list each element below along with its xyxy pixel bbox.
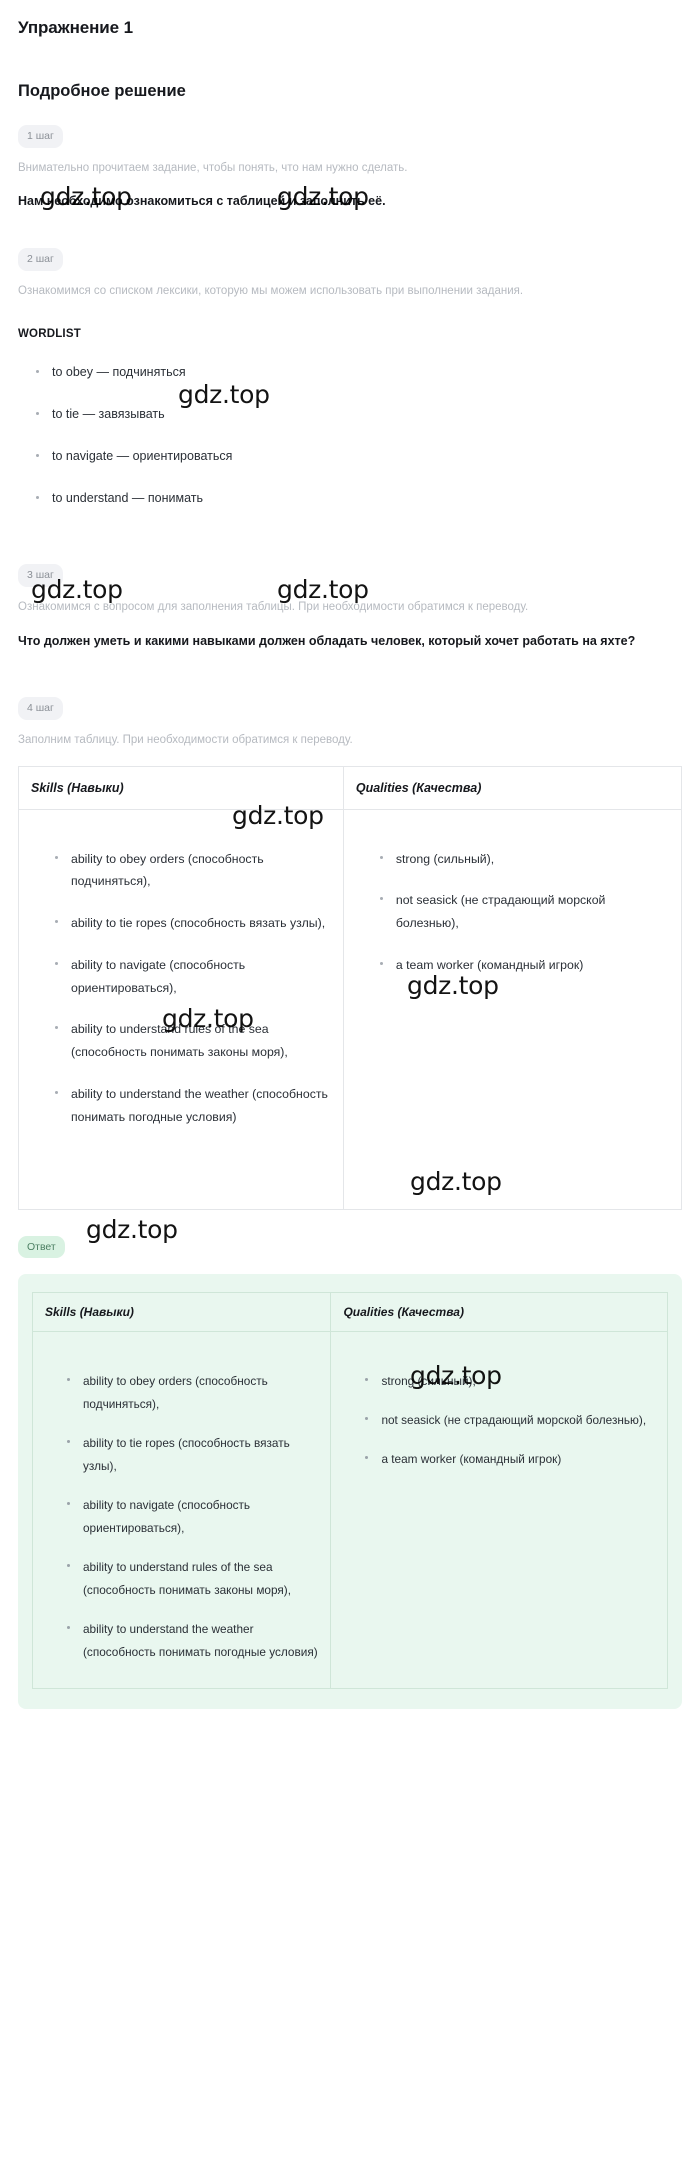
- qualities-list: strong (сильный), not seasick (не страда…: [352, 848, 667, 977]
- list-item: to tie — завязывать: [34, 404, 690, 424]
- list-item: ability to obey orders (способность подч…: [53, 848, 329, 893]
- list-item: a team worker (командный игрок): [363, 1448, 655, 1471]
- step-4-badge: 4 шаг: [18, 697, 63, 720]
- list-item: to obey — подчиняться: [34, 362, 690, 382]
- answer-column-header-skills: Skills (Навыки): [31, 1292, 332, 1333]
- skills-qualities-table: Skills (Навыки) Qualities (Качества) abi…: [18, 765, 683, 1210]
- solution-heading: Подробное решение: [18, 82, 186, 100]
- column-header-skills: Skills (Навыки): [18, 765, 344, 810]
- list-item: ability to navigate (способность ориенти…: [65, 1494, 318, 1540]
- list-item: ability to understand rules of the sea (…: [53, 1018, 329, 1063]
- step-4-hint: Заполним таблицу. При необходимости обра…: [18, 733, 353, 746]
- list-item: not seasick (не страдающий морской болез…: [363, 1409, 655, 1432]
- column-header-qualities: Qualities (Качества): [342, 765, 683, 810]
- wordlist-section: WORDLIST to obey — подчиняться to tie — …: [10, 328, 690, 508]
- list-item: not seasick (не страдающий морской болез…: [378, 889, 667, 934]
- list-item: to navigate — ориентироваться: [34, 446, 690, 466]
- step-1: 1 шаг Внимательно прочитаем задание, что…: [10, 125, 690, 214]
- answer-qualities-list: strong (сильный), not seasick (не страда…: [337, 1370, 655, 1471]
- step-2-badge: 2 шаг: [18, 248, 63, 271]
- step-1-hint: Внимательно прочитаем задание, чтобы пон…: [18, 161, 408, 174]
- answer-block: Skills (Навыки) Qualities (Качества) abi…: [18, 1274, 682, 1710]
- list-item: ability to understand rules of the sea (…: [65, 1556, 318, 1602]
- answer-table-row: ability to obey orders (способность подч…: [31, 1331, 668, 1690]
- step-2-hint: Ознакомимся со списком лексики, которую …: [18, 284, 524, 297]
- table-header-row: Skills (Навыки) Qualities (Качества): [18, 765, 683, 810]
- step-2: 2 шаг Ознакомимся со списком лексики, ко…: [10, 248, 690, 508]
- page-title: Упражнение 1: [18, 18, 133, 37]
- answer-badge: Ответ: [18, 1235, 65, 1259]
- cell-skills: ability to obey orders (способность подч…: [18, 808, 344, 1210]
- wordlist-items: to obey — подчиняться to tie — завязыват…: [10, 362, 690, 508]
- list-item: to understand — понимать: [34, 488, 690, 508]
- list-item: strong (сильный),: [363, 1370, 655, 1393]
- list-item: ability to navigate (способность ориенти…: [53, 954, 329, 999]
- answer-table-header-row: Skills (Навыки) Qualities (Качества): [31, 1292, 668, 1333]
- list-item: strong (сильный),: [378, 848, 667, 871]
- skills-qualities-table-wrap: Skills (Навыки) Qualities (Качества) abi…: [18, 765, 683, 1210]
- step-1-badge: 1 шаг: [18, 125, 63, 148]
- step-1-text: Нам необходимо ознакомиться с таблицей и…: [18, 194, 386, 209]
- solution-page: gdz.top gdz.top gdz.top gdz.top gdz.top gdz.t…: [0, 0, 700, 2163]
- list-item: a team worker (командный игрок): [378, 954, 667, 977]
- answer-table: Skills (Навыки) Qualities (Качества) abi…: [31, 1292, 668, 1690]
- step-3-question: Что должен уметь и какими навыками долже…: [18, 633, 636, 648]
- skills-list: ability to obey orders (способность подч…: [27, 848, 329, 1129]
- list-item: ability to obey orders (способность подч…: [65, 1370, 318, 1416]
- step-3-badge: 3 шаг: [18, 564, 63, 587]
- cell-qualities: strong (сильный), not seasick (не страда…: [342, 808, 683, 1210]
- step-3-hint: Ознакомимся с вопросом для заполнения та…: [18, 600, 529, 613]
- step-3: 3 шаг Ознакомимся с вопросом для заполне…: [10, 564, 690, 653]
- answer-cell-skills: ability to obey orders (способность подч…: [31, 1331, 332, 1690]
- list-item: ability to tie ropes (способность вязать…: [53, 912, 329, 935]
- wordlist-label: WORDLIST: [18, 328, 81, 341]
- list-item: ability to tie ropes (способность вязать…: [65, 1432, 318, 1478]
- answer-badge-holder: Ответ: [10, 1235, 690, 1259]
- table-row: ability to obey orders (способность подч…: [18, 808, 683, 1210]
- list-item: ability to understand the weather (спосо…: [53, 1083, 329, 1128]
- answer-skills-list: ability to obey orders (способность подч…: [39, 1370, 318, 1664]
- step-4: 4 шаг Заполним таблицу. При необходимост…: [10, 697, 690, 1210]
- list-item: ability to understand the weather (спосо…: [65, 1618, 318, 1664]
- answer-cell-qualities: strong (сильный), not seasick (не страда…: [330, 1331, 668, 1690]
- answer-column-header-qualities: Qualities (Качества): [330, 1292, 668, 1333]
